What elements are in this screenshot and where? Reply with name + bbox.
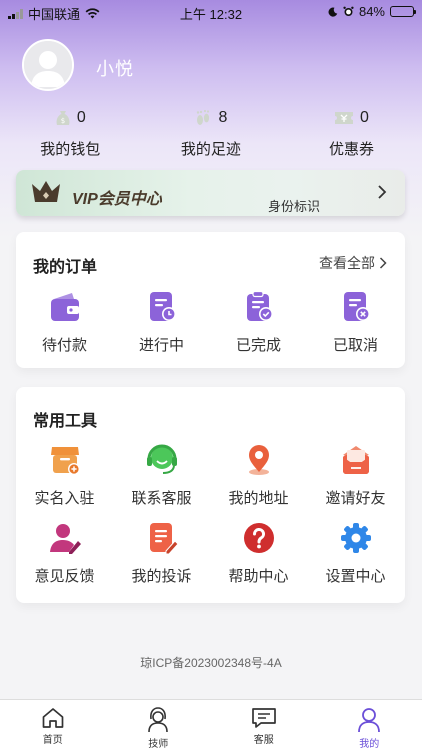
tool-my-address-label: 我的地址	[228, 490, 289, 507]
tool-feedback-label: 意见反馈	[34, 568, 95, 585]
default-user-icon	[24, 41, 72, 89]
username[interactable]: 小悦	[96, 55, 134, 81]
document-edit-icon	[149, 523, 179, 555]
battery-icon	[390, 6, 416, 17]
order-completed-label: 已完成	[235, 337, 281, 354]
tool-real-name-settle[interactable]: 实名入驻	[16, 443, 113, 508]
tool-complaint[interactable]: 我的投诉	[113, 521, 210, 586]
coupon-count: 0	[360, 109, 369, 126]
wallet-label: 我的钱包	[40, 141, 101, 158]
stat-footprint[interactable]: 8 我的足迹	[141, 106, 282, 159]
tool-help-center-label: 帮助中心	[228, 568, 289, 585]
order-completed[interactable]: 已完成	[210, 290, 307, 355]
headset-icon	[146, 444, 177, 474]
order-in-progress-label: 进行中	[138, 337, 184, 354]
tool-complaint-label: 我的投诉	[131, 568, 192, 585]
tool-help-center[interactable]: 帮助中心	[210, 521, 307, 586]
document-clock-icon	[149, 292, 176, 321]
orders-title: 我的订单	[33, 259, 98, 276]
tool-real-name-settle-label: 实名入驻	[34, 490, 95, 507]
tool-my-address[interactable]: 我的地址	[210, 443, 307, 508]
coupon-icon	[335, 112, 354, 124]
icp-record[interactable]: 琼ICP备2023002348号-4A	[0, 654, 422, 671]
vip-banner[interactable]: VIP会员中心 身份标识	[16, 170, 405, 216]
coupon-label: 优惠券	[328, 141, 374, 158]
user-edit-icon	[49, 524, 81, 554]
gear-icon	[340, 523, 371, 553]
avatar[interactable]	[22, 39, 74, 91]
battery-percent: 84%	[358, 4, 385, 19]
tab-customer-service-label: 客服	[253, 735, 274, 746]
vip-subtitle: 身份标识	[268, 199, 321, 214]
tab-customer-service[interactable]: 客服	[211, 700, 317, 750]
vip-title: VIP会员中心	[72, 191, 162, 208]
chevron-right-icon	[378, 185, 387, 199]
stats-row: $ 0 我的钱包 8 我的足迹 0 优惠券	[0, 106, 422, 159]
tool-feedback[interactable]: 意见反馈	[16, 521, 113, 586]
status-bar: 中国联通 上午 12:32 84%	[0, 0, 422, 24]
tab-home[interactable]: 首页	[0, 700, 106, 750]
tool-contact-service-label: 联系客服	[131, 490, 192, 507]
tools-title: 常用工具	[33, 413, 98, 430]
location-pin-icon	[248, 445, 269, 475]
tool-invite-friends[interactable]: 邀请好友	[307, 443, 404, 508]
tab-home-label: 首页	[42, 735, 63, 746]
profile-icon	[358, 708, 381, 733]
document-cancel-icon	[343, 292, 370, 321]
crown-icon	[32, 181, 60, 202]
order-cancelled-label: 已取消	[332, 337, 378, 354]
footprint-icon	[197, 109, 210, 125]
orders-card: 我的订单 查看全部 待付款 进行中 已完成 已取消	[16, 232, 405, 368]
footprint-label: 我的足迹	[180, 141, 241, 158]
view-all-orders-link[interactable]: 查看全部	[319, 253, 387, 273]
stat-coupon[interactable]: 0 优惠券	[281, 106, 422, 159]
moon-icon	[328, 7, 338, 17]
wallet-bag-icon: $	[56, 111, 70, 125]
order-in-progress[interactable]: 进行中	[113, 290, 210, 355]
tab-technician[interactable]: 技师	[106, 700, 212, 750]
order-pending-payment[interactable]: 待付款	[16, 290, 113, 355]
svg-text:$: $	[61, 117, 65, 125]
tab-mine-label: 我的	[359, 739, 380, 750]
tab-mine[interactable]: 我的	[317, 700, 422, 750]
tab-bar: 首页 技师 客服 我的	[0, 699, 422, 750]
chevron-right-icon	[379, 257, 387, 269]
tab-technician-label: 技师	[148, 739, 169, 750]
footprint-count: 8	[218, 109, 228, 126]
tool-invite-friends-label: 邀请好友	[325, 490, 386, 507]
message-icon	[251, 708, 276, 728]
clipboard-check-icon	[246, 290, 273, 321]
view-all-label: 查看全部	[319, 255, 375, 271]
tool-settings-label: 设置中心	[325, 568, 386, 585]
stat-wallet[interactable]: $ 0 我的钱包	[0, 106, 141, 159]
wallet-icon	[50, 293, 79, 321]
home-icon	[42, 708, 64, 728]
order-pending-payment-label: 待付款	[41, 337, 87, 354]
store-add-icon	[50, 447, 80, 475]
mail-invite-icon	[342, 446, 369, 474]
tools-card: 常用工具 实名入驻 联系客服 我的地址 邀请好友 意见反馈 我的投诉 帮助中心 …	[16, 387, 405, 603]
order-cancelled[interactable]: 已取消	[307, 290, 404, 355]
technician-icon	[148, 707, 169, 733]
alarm-icon	[343, 6, 354, 16]
tool-contact-service[interactable]: 联系客服	[113, 443, 210, 508]
tool-settings[interactable]: 设置中心	[307, 521, 404, 586]
help-icon	[243, 523, 274, 553]
wallet-count: 0	[76, 109, 86, 126]
